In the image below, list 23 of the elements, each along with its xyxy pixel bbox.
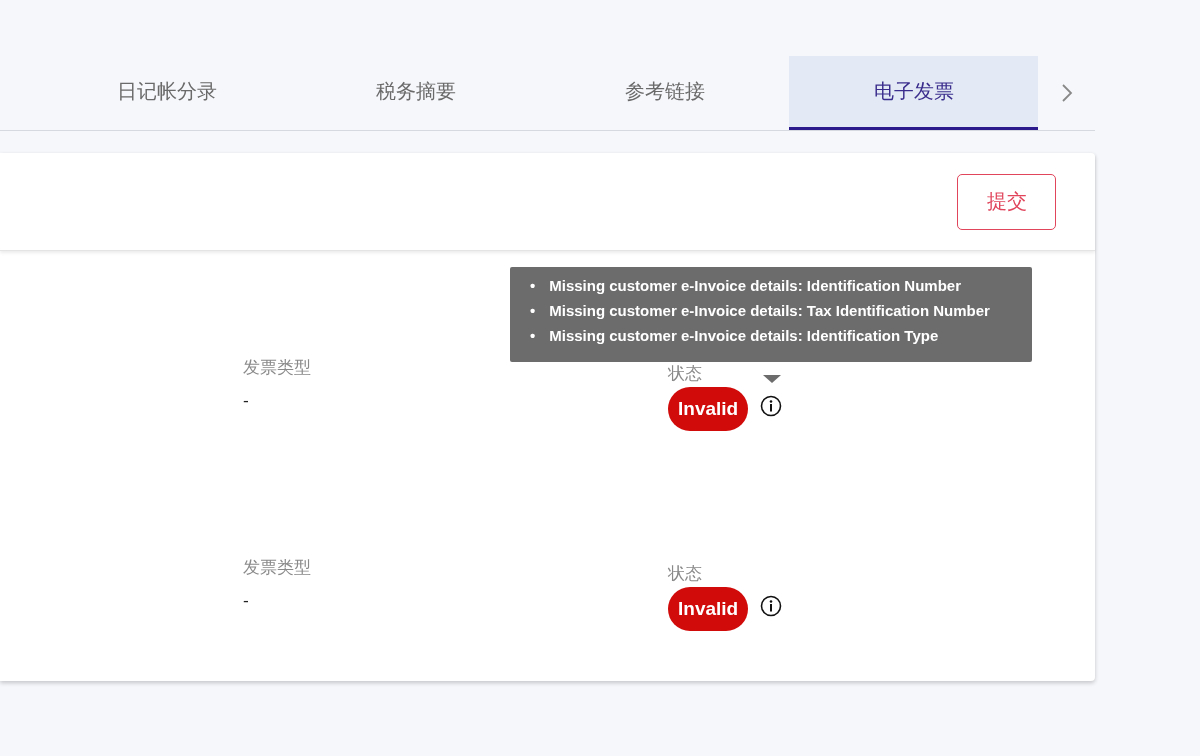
status-badge: Invalid [668,387,749,431]
tab[interactable]: 参考链接 [540,56,789,130]
field-label: 发票类型 [243,356,311,379]
info-icon[interactable] [760,395,783,417]
bullet: • [530,326,536,346]
tooltip-text: Missing customer e-Invoice details: Identification Number [549,276,961,296]
tooltip-text: Missing customer e-Invoice details: Tax Identification Number [549,301,990,321]
tab[interactable]: 日记帐分录 [42,56,291,130]
field-label: 发票类型 [243,556,311,579]
info-icon[interactable] [760,595,783,617]
tooltip-pointer [763,375,781,383]
tooltip-text: Missing customer e-Invoice details: Identification Type [549,326,939,346]
field-value: - [243,591,250,610]
tab[interactable]: 税务摘要 [291,56,540,130]
status-badge: Invalid [668,587,749,631]
chevron-right-icon[interactable] [1059,82,1074,104]
field-label: 状态 [668,362,702,385]
field-label: 状态 [668,562,702,585]
bullet: • [530,301,536,321]
submit-button[interactable]: 提交 [957,173,1056,230]
tab[interactable]: 电子发票 [789,56,1038,130]
field-value: - [243,391,250,410]
bullet: • [530,276,536,296]
